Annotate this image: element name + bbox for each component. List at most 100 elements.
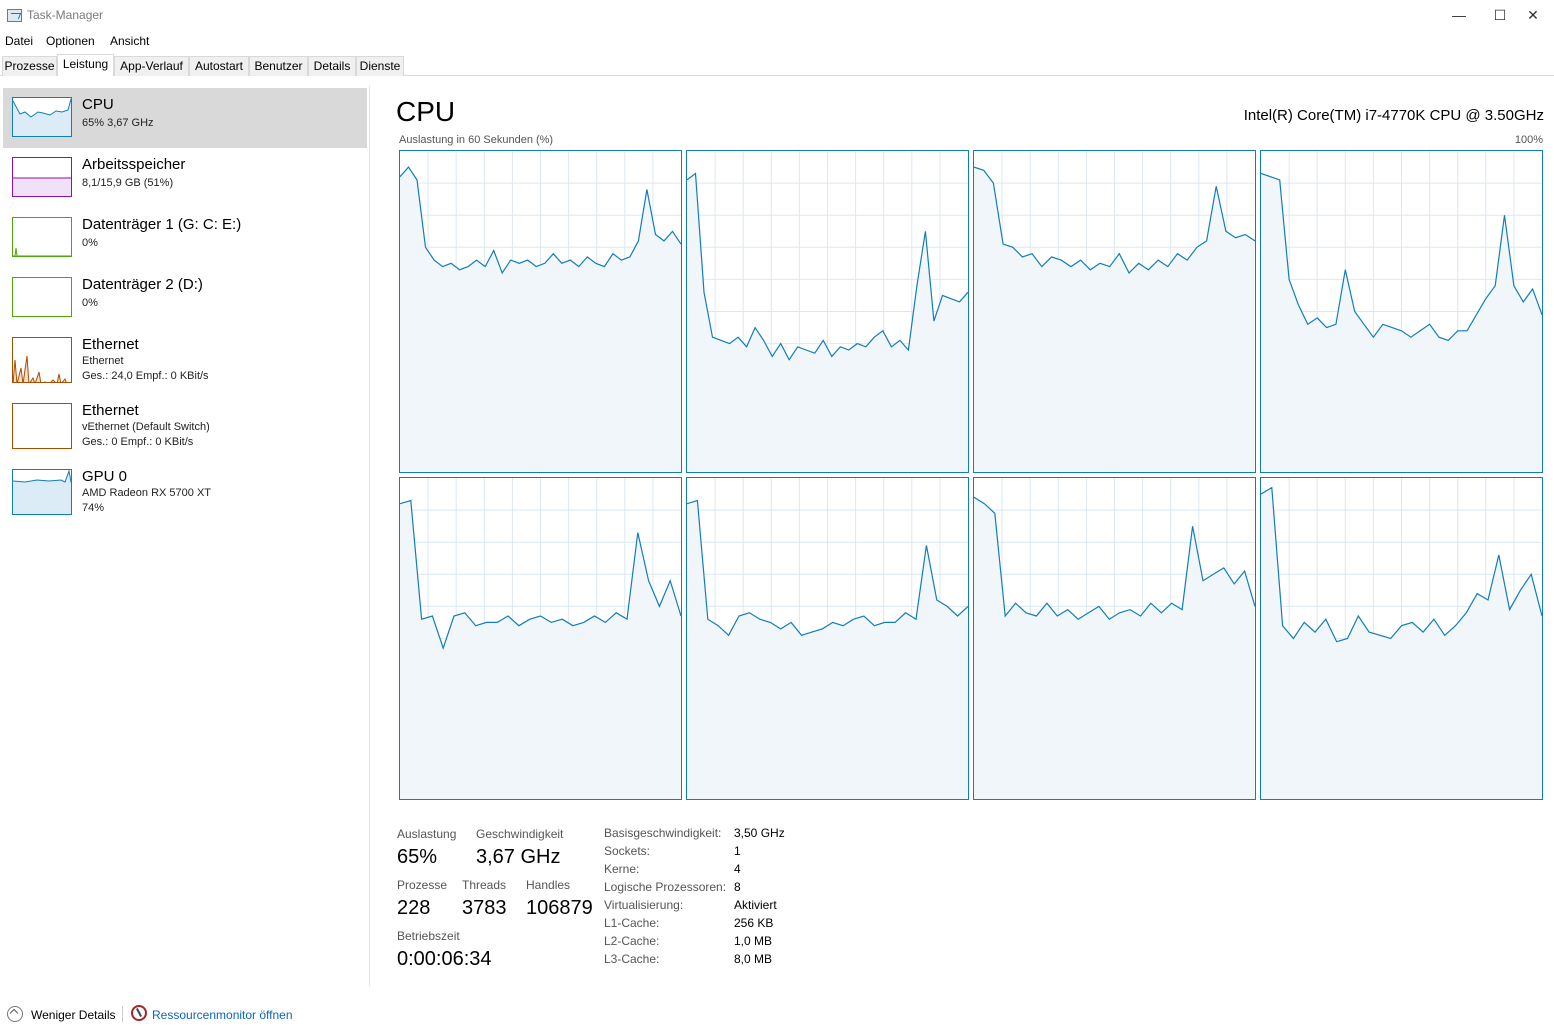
- detail-value: 256 KB: [734, 916, 774, 930]
- threads-value: 3783: [462, 897, 507, 919]
- sidebar-item-cpu[interactable]: CPU 65% 3,67 GHz: [3, 88, 367, 148]
- cpu-core-graph: [399, 150, 682, 473]
- uptime-value: 0:00:06:34: [397, 948, 492, 970]
- tab-dienste[interactable]: Dienste: [356, 56, 404, 76]
- cpu-core-graph: [973, 150, 1256, 473]
- less-details-link[interactable]: Weniger Details: [31, 1008, 115, 1022]
- disk-1-thumbnail: [12, 217, 72, 257]
- core-graph-svg: [686, 151, 969, 472]
- vethernet-thumbnail: [12, 403, 72, 449]
- sidebar-title: GPU 0: [82, 468, 128, 485]
- detail-label: Logische Prozessoren:: [604, 880, 727, 894]
- sidebar-rate: Ges.: 0 Empf.: 0 KBit/s: [82, 436, 194, 448]
- sidebar-item-gpu[interactable]: GPU 0 AMD Radeon RX 5700 XT 74%: [3, 460, 367, 526]
- sidebar-subtext: 0%: [82, 237, 98, 249]
- resource-monitor-link[interactable]: Ressourcenmonitor öffnen: [152, 1008, 293, 1022]
- sidebar-item-disk-1[interactable]: Datenträger 1 (G: C: E:) 0%: [3, 208, 367, 268]
- detail-label: Basisgeschwindigkeit:: [604, 826, 722, 840]
- processes-label: Prozesse: [397, 878, 448, 892]
- tab-leistung[interactable]: Leistung: [57, 54, 114, 76]
- sidebar-subtext: 0%: [82, 297, 98, 309]
- sidebar-item-memory[interactable]: Arbeitsspeicher 8,1/15,9 GB (51%): [3, 148, 367, 208]
- sidebar-subtext: 8,1/15,9 GB (51%): [82, 177, 174, 189]
- cpu-thumbnail: [12, 97, 72, 137]
- tab-details[interactable]: Details: [308, 56, 356, 76]
- speed-label: Geschwindigkeit: [476, 827, 564, 841]
- processes-value: 228: [397, 897, 431, 919]
- sidebar-title: Arbeitsspeicher: [82, 156, 186, 173]
- core-graph-svg: [686, 478, 969, 799]
- core-graph-svg: [399, 151, 682, 472]
- resource-monitor-icon: [131, 1005, 147, 1021]
- sidebar-item-vethernet[interactable]: Ethernet vEthernet (Default Switch) Ges.…: [3, 394, 367, 460]
- footer-divider: [122, 1006, 123, 1022]
- core-graph-svg: [1260, 151, 1543, 472]
- utilization-value: 65%: [397, 846, 438, 868]
- page-title: CPU: [396, 96, 456, 127]
- sidebar-subtext: vEthernet (Default Switch): [82, 421, 210, 433]
- menu-datei[interactable]: Datei: [5, 34, 33, 48]
- sidebar-title: Ethernet: [82, 336, 139, 353]
- cpu-core-graph: [686, 477, 969, 800]
- memory-thumbnail: [12, 157, 72, 197]
- footer: Weniger Details Ressourcenmonitor öffnen: [0, 1002, 1554, 1027]
- detail-value: 8: [734, 880, 741, 894]
- sidebar-subtext: AMD Radeon RX 5700 XT: [82, 487, 212, 499]
- detail-value: 3,50 GHz: [734, 826, 785, 840]
- sidebar-subtext: Ethernet: [82, 355, 124, 367]
- sidebar-title: CPU: [82, 96, 114, 113]
- close-button[interactable]: ✕: [1510, 0, 1554, 31]
- handles-label: Handles: [526, 878, 571, 892]
- sidebar-item-disk-2[interactable]: Datenträger 2 (D:) 0%: [3, 268, 367, 328]
- sidebar-rate: Ges.: 24,0 Empf.: 0 KBit/s: [82, 370, 209, 382]
- uptime-label: Betriebszeit: [397, 929, 460, 943]
- graph-caption: Auslastung in 60 Sekunden (%): [399, 134, 554, 146]
- detail-label: L2-Cache:: [604, 934, 660, 948]
- task-manager-icon: [7, 9, 22, 22]
- detail-label: L1-Cache:: [604, 916, 660, 930]
- sidebar-title: Ethernet: [82, 402, 139, 419]
- sidebar-subtext: 65% 3,67 GHz: [82, 117, 154, 129]
- sidebar-item-ethernet[interactable]: Ethernet Ethernet Ges.: 24,0 Empf.: 0 KB…: [3, 328, 367, 394]
- core-graph-svg: [1260, 478, 1543, 799]
- detail-value: 8,0 MB: [734, 952, 773, 966]
- detail-label: Sockets:: [604, 844, 651, 858]
- core-graph-svg: [399, 478, 682, 799]
- disk-2-thumbnail: [12, 277, 72, 317]
- cpu-model: Intel(R) Core(TM) i7-4770K CPU @ 3.50GHz: [1243, 107, 1544, 124]
- cpu-core-graph: [973, 477, 1256, 800]
- detail-value: 4: [734, 862, 741, 876]
- sidebar-title: Datenträger 2 (D:): [82, 276, 203, 293]
- speed-value: 3,67 GHz: [476, 846, 561, 868]
- menu-optionen[interactable]: Optionen: [46, 34, 95, 48]
- detail-label: Virtualisierung:: [604, 898, 684, 912]
- detail-label: L3-Cache:: [604, 952, 660, 966]
- tab-app-verlauf[interactable]: App-Verlauf: [114, 56, 189, 76]
- minimize-button[interactable]: —: [1436, 0, 1482, 31]
- detail-value: Aktiviert: [734, 898, 777, 912]
- graph-max-label: 100%: [1514, 134, 1543, 146]
- menu-bar: Datei Optionen Ansicht: [0, 32, 1554, 50]
- gpu-thumbnail: [12, 469, 72, 515]
- tab-strip: Prozesse Leistung App-Verlauf Autostart …: [0, 54, 1554, 76]
- threads-label: Threads: [462, 878, 507, 892]
- cpu-core-graph: [1260, 150, 1543, 473]
- handles-value: 106879: [526, 897, 593, 919]
- resource-sidebar: CPU 65% 3,67 GHz Arbeitsspeicher 8,1/15,…: [0, 86, 370, 986]
- tab-benutzer[interactable]: Benutzer: [249, 56, 308, 76]
- detail-value: 1: [734, 844, 741, 858]
- ethernet-thumbnail: [12, 337, 72, 383]
- detail-value: 1,0 MB: [734, 934, 773, 948]
- utilization-label: Auslastung: [397, 827, 457, 841]
- title-bar: Task-Manager — ☐ ✕: [0, 0, 1554, 31]
- window-title: Task-Manager: [27, 8, 104, 22]
- tab-autostart[interactable]: Autostart: [189, 56, 249, 76]
- detail-label: Kerne:: [604, 862, 640, 876]
- cpu-core-graph: [399, 477, 682, 800]
- sidebar-title: Datenträger 1 (G: C: E:): [82, 216, 242, 233]
- core-graph-svg: [973, 151, 1256, 472]
- menu-ansicht[interactable]: Ansicht: [110, 34, 149, 48]
- sidebar-rate: 74%: [82, 502, 105, 514]
- cpu-core-graph: [1260, 477, 1543, 800]
- tab-prozesse[interactable]: Prozesse: [2, 56, 57, 76]
